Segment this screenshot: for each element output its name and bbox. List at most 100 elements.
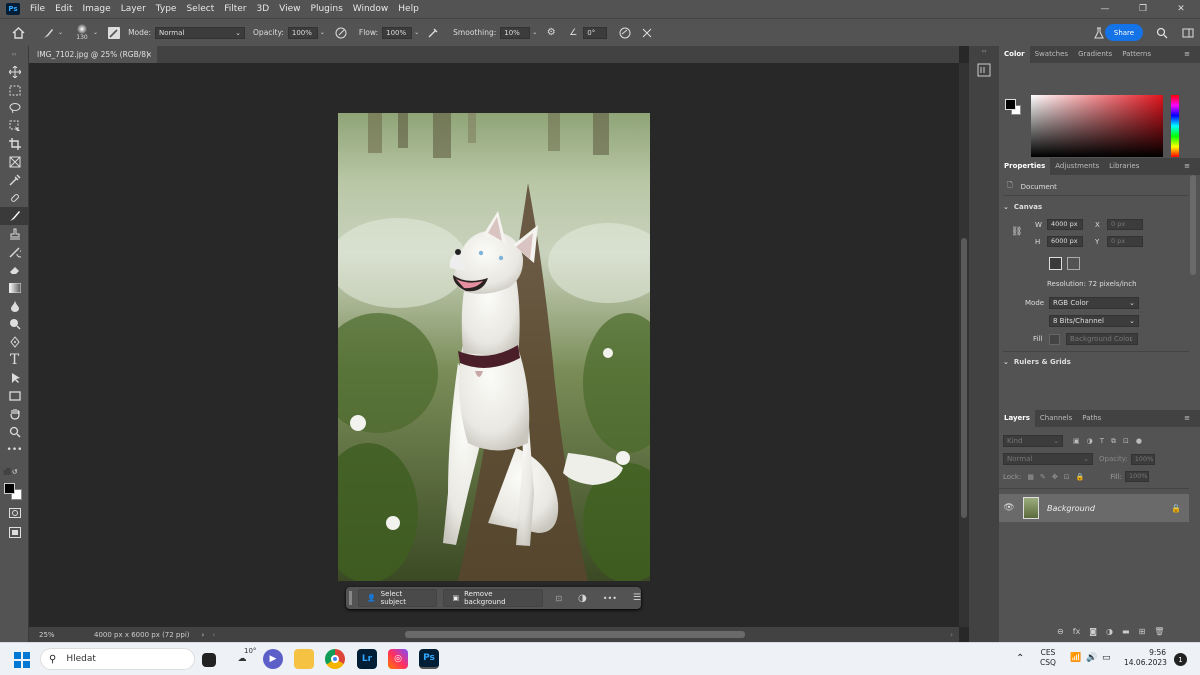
collapse-icon[interactable]: ‹‹: [0, 46, 28, 63]
marquee-tool-icon[interactable]: [0, 81, 29, 99]
dodge-tool-icon[interactable]: [0, 315, 29, 333]
horizontal-scrollbar[interactable]: [405, 631, 745, 638]
remove-background-button[interactable]: ▣ Remove background: [443, 589, 544, 607]
link-icon[interactable]: ⛓: [1011, 227, 1022, 237]
object-selection-tool-icon[interactable]: [0, 117, 29, 135]
layer-fill-field[interactable]: 100%: [1125, 471, 1150, 482]
tab-paths[interactable]: Paths: [1077, 410, 1106, 427]
hand-tool-icon[interactable]: [0, 405, 29, 423]
vertical-scroll-thumb[interactable]: [961, 238, 967, 518]
add-mask-icon[interactable]: ◙: [1089, 627, 1097, 636]
lock-artboard-icon[interactable]: ⊡: [1064, 473, 1070, 481]
gradient-tool-icon[interactable]: [0, 279, 29, 297]
mode-select[interactable]: Normal ⌄: [155, 26, 246, 39]
collapse-icon[interactable]: ‹‹: [969, 48, 999, 55]
menu-image[interactable]: Image: [79, 4, 117, 14]
history-panel-icon[interactable]: [977, 63, 991, 77]
path-selection-tool-icon[interactable]: [0, 369, 29, 387]
lasso-tool-icon[interactable]: [0, 99, 29, 117]
visibility-eye-icon[interactable]: 👁: [999, 503, 1019, 513]
flow-field[interactable]: 100%: [382, 26, 413, 39]
angle-field[interactable]: 0°: [583, 26, 608, 39]
menu-filter[interactable]: Filter: [220, 4, 252, 14]
share-button[interactable]: Share: [1105, 24, 1143, 41]
search-icon[interactable]: [1154, 25, 1170, 41]
restore-button[interactable]: ❐: [1124, 0, 1162, 18]
bit-depth-select[interactable]: 8 Bits/Channel ⌄: [1049, 315, 1139, 327]
menu-layer[interactable]: Layer: [117, 4, 152, 14]
select-subject-button[interactable]: 👤 Select subject: [357, 589, 438, 607]
pen-tool-icon[interactable]: [0, 333, 29, 351]
tab-gradients[interactable]: Gradients: [1073, 46, 1117, 63]
new-adjustment-icon[interactable]: ◑: [1106, 627, 1113, 636]
scroll-right-icon[interactable]: ›: [950, 631, 953, 639]
menu-help[interactable]: Help: [394, 4, 425, 14]
canvas-section-header[interactable]: ⌄ Canvas: [1003, 203, 1042, 211]
panel-menu-icon[interactable]: ≡: [1179, 46, 1195, 63]
document-tab[interactable]: IMG_7102.jpg @ 25% (RGB/8) ×: [29, 46, 157, 63]
brush-preset-picker[interactable]: 130: [73, 23, 91, 42]
blur-tool-icon[interactable]: [0, 297, 29, 315]
rulers-grids-section-header[interactable]: ⌄ Rulers & Grids: [1003, 358, 1071, 366]
tab-libraries[interactable]: Libraries: [1104, 158, 1144, 175]
color-mode-select[interactable]: RGB Color ⌄: [1049, 297, 1139, 309]
transform-icon[interactable]: ⊡: [555, 594, 562, 603]
lock-pixels-icon[interactable]: ✎: [1040, 473, 1046, 481]
blend-mode-select[interactable]: Normal ⌄: [1003, 453, 1093, 465]
chevron-down-icon[interactable]: ⌄: [532, 29, 537, 36]
gear-icon[interactable]: ⚙: [543, 25, 559, 41]
hue-slider[interactable]: [1171, 95, 1179, 157]
brush-tool-icon[interactable]: [40, 25, 56, 41]
workspace-icon[interactable]: [1180, 25, 1196, 41]
frame-tool-icon[interactable]: [0, 153, 29, 171]
opacity-field[interactable]: 100%: [287, 26, 318, 39]
panel-menu-icon[interactable]: ≡: [1179, 410, 1195, 427]
more-tools-icon[interactable]: •••: [0, 441, 29, 459]
move-tool-icon[interactable]: [0, 63, 29, 81]
windows-start-icon[interactable]: [14, 652, 30, 668]
lock-transparent-icon[interactable]: ▦: [1027, 473, 1034, 481]
foreground-color-chip[interactable]: [1005, 99, 1016, 110]
lock-position-icon[interactable]: ✥: [1052, 473, 1058, 481]
eyedropper-tool-icon[interactable]: [0, 171, 29, 189]
brush-settings-icon[interactable]: [108, 26, 121, 39]
adjustment-icon[interactable]: ◑: [578, 593, 587, 604]
teams-icon[interactable]: ▶: [263, 649, 283, 669]
chevron-up-icon[interactable]: ⌃: [1016, 653, 1024, 664]
clock[interactable]: 9:56 14.06.2023: [1124, 648, 1167, 668]
delete-layer-icon[interactable]: 🗑: [1154, 627, 1164, 636]
rectangle-tool-icon[interactable]: [0, 387, 29, 405]
input-language[interactable]: CES CSQ: [1040, 648, 1056, 668]
menu-type[interactable]: Type: [152, 4, 183, 14]
chevron-down-icon[interactable]: ⌄: [320, 29, 325, 36]
symmetry-icon[interactable]: [639, 25, 655, 41]
kind-filter-select[interactable]: Kind ⌄: [1003, 435, 1063, 447]
chevron-down-icon[interactable]: ⌄: [414, 29, 419, 36]
task-view-icon[interactable]: [202, 653, 216, 667]
pressure-size-icon[interactable]: [617, 25, 633, 41]
notification-badge[interactable]: 1: [1174, 653, 1187, 666]
crop-tool-icon[interactable]: [0, 135, 29, 153]
pressure-opacity-icon[interactable]: [333, 25, 349, 41]
smart-object-filter-icon[interactable]: ⊡: [1123, 437, 1129, 445]
lightroom-icon[interactable]: Lr: [357, 649, 377, 669]
pixel-filter-icon[interactable]: ▣: [1073, 437, 1080, 445]
chevron-down-icon[interactable]: ⌄: [58, 29, 63, 36]
smoothing-field[interactable]: 10%: [500, 26, 531, 39]
scroll-left-icon[interactable]: ‹: [212, 631, 215, 639]
tab-patterns[interactable]: Patterns: [1117, 46, 1156, 63]
x-field[interactable]: 0 px: [1107, 219, 1143, 230]
zoom-tool-icon[interactable]: [0, 423, 29, 441]
battery-icon[interactable]: ▭: [1102, 653, 1111, 663]
home-icon[interactable]: [10, 25, 26, 41]
document-image[interactable]: [338, 113, 650, 581]
close-button[interactable]: ✕: [1162, 0, 1200, 18]
volume-icon[interactable]: 🔊: [1086, 653, 1097, 663]
wifi-icon[interactable]: 📶: [1070, 653, 1081, 663]
zoom-level[interactable]: 25%: [39, 631, 79, 639]
lock-all-icon[interactable]: 🔒: [1076, 473, 1085, 481]
taskbar-search[interactable]: ⚲ Hledat: [40, 648, 195, 670]
fill-swatch[interactable]: [1049, 333, 1060, 345]
tab-swatches[interactable]: Swatches: [1030, 46, 1073, 63]
portrait-orientation-icon[interactable]: [1049, 257, 1062, 270]
